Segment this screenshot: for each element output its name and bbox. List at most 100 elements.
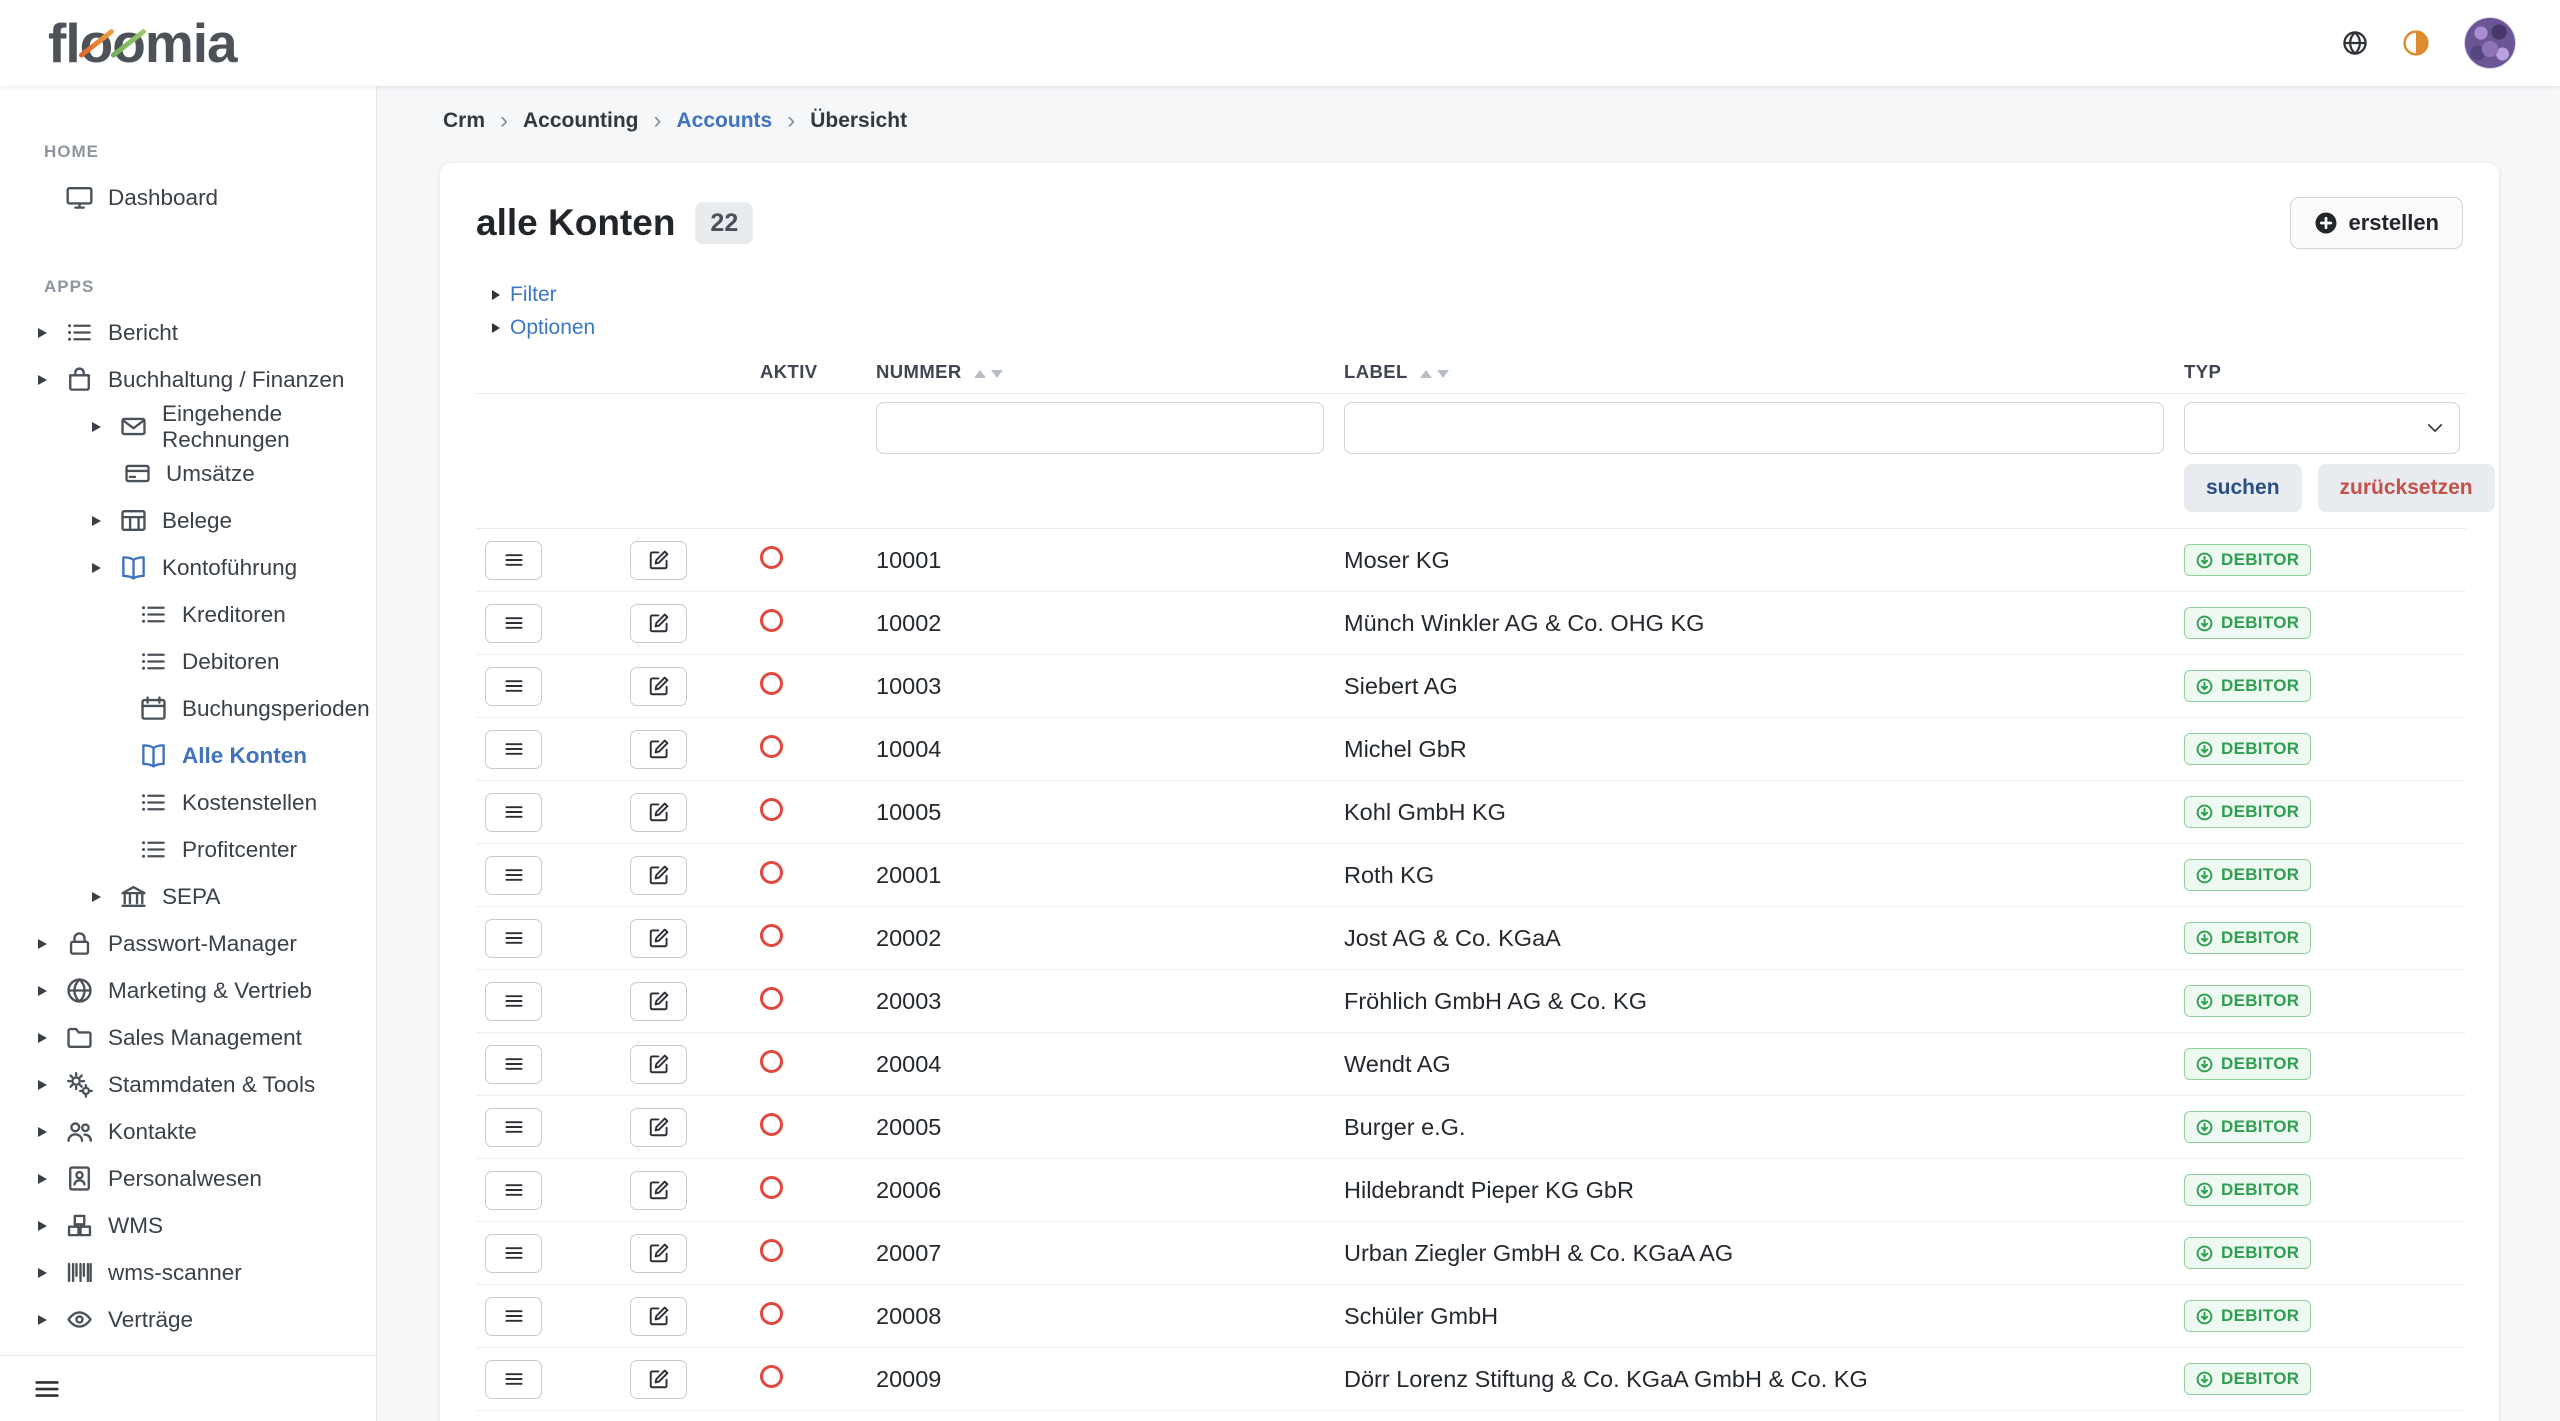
row-edit-button[interactable] — [630, 730, 687, 769]
sidebar-item-ums-tze[interactable]: Umsätze — [0, 450, 376, 497]
row-edit-button[interactable] — [630, 919, 687, 958]
sidebar-item-wms[interactable]: WMS — [0, 1202, 376, 1249]
sidebar-item-wms-scanner[interactable]: wms-scanner — [0, 1249, 376, 1296]
cell-label: Urban Ziegler GmbH & Co. KGaA AG — [1344, 1222, 2184, 1285]
row-edit-button[interactable] — [630, 1108, 687, 1147]
breadcrumb-item-accounts[interactable]: Accounts — [677, 109, 773, 133]
globe-icon — [66, 977, 93, 1004]
cell-nummer: 10001 — [876, 529, 1344, 592]
create-button-label: erstellen — [2349, 210, 2440, 236]
sidebar-section-label-apps: APPS — [0, 277, 376, 297]
row-menu-button[interactable] — [485, 856, 542, 895]
column-header-label[interactable]: LABEL — [1344, 349, 2184, 394]
sidebar-collapse-icon[interactable] — [32, 1374, 62, 1404]
row-edit-button[interactable] — [630, 856, 687, 895]
row-edit-button[interactable] — [630, 1045, 687, 1084]
reset-button[interactable]: zurücksetzen — [2318, 464, 2495, 512]
arrow-down-circle-icon — [2196, 930, 2213, 947]
page-title: alle Konten 22 — [476, 202, 753, 244]
row-edit-button[interactable] — [630, 1234, 687, 1273]
row-menu-button[interactable] — [485, 541, 542, 580]
typ-badge: DEBITOR — [2184, 922, 2311, 954]
brand-logo-text: mia — [145, 12, 237, 74]
row-menu-button[interactable] — [485, 982, 542, 1021]
pencil-square-icon — [648, 1179, 670, 1201]
sidebar-item-sepa[interactable]: SEPA — [0, 873, 376, 920]
sidebar-item-kostenstellen[interactable]: Kostenstellen — [0, 779, 376, 826]
sidebar-item-label: Bericht — [108, 320, 178, 346]
sidebar-item-passwort-manager[interactable]: Passwort-Manager — [0, 920, 376, 967]
list-icon — [140, 789, 167, 816]
aktiv-status-circle-icon — [760, 924, 783, 947]
sidebar-item-dashboard[interactable]: Dashboard — [0, 174, 376, 221]
row-menu-button[interactable] — [485, 604, 542, 643]
cell-nummer: 20007 — [876, 1222, 1344, 1285]
row-menu-button[interactable] — [485, 793, 542, 832]
sidebar-item-kontakte[interactable]: Kontakte — [0, 1108, 376, 1155]
typ-badge: DEBITOR — [2184, 985, 2311, 1017]
user-avatar[interactable] — [2464, 17, 2516, 69]
sidebar-item-alle-konten[interactable]: Alle Konten — [0, 732, 376, 779]
sidebar-item-marketing-vertrieb[interactable]: Marketing & Vertrieb — [0, 967, 376, 1014]
sidebar-item-bericht[interactable]: Bericht — [0, 309, 376, 356]
typ-badge: DEBITOR — [2184, 733, 2311, 765]
language-button[interactable] — [2342, 30, 2368, 56]
row-edit-button[interactable] — [630, 1360, 687, 1399]
row-edit-button[interactable] — [630, 667, 687, 706]
row-menu-button[interactable] — [485, 919, 542, 958]
table-row: 30001Jakob GmbH & Co. KGaADEBITOR — [476, 1411, 2466, 1421]
row-edit-button[interactable] — [630, 982, 687, 1021]
column-header-nummer[interactable]: NUMMER — [876, 349, 1344, 394]
sidebar-item-kreditoren[interactable]: Kreditoren — [0, 591, 376, 638]
row-menu-button[interactable] — [485, 1108, 542, 1147]
theme-toggle-button[interactable] — [2402, 29, 2430, 57]
sidebar-item-stammdaten-tools[interactable]: Stammdaten & Tools — [0, 1061, 376, 1108]
sidebar-item-sales-management[interactable]: Sales Management — [0, 1014, 376, 1061]
brand-logo[interactable]: floomia — [48, 16, 237, 71]
label-filter-input[interactable] — [1344, 402, 2164, 454]
sidebar-item-eingehende-rechnungen[interactable]: Eingehende Rechnungen — [0, 403, 376, 450]
nummer-filter-input[interactable] — [876, 402, 1324, 454]
sidebar-item-label: Kontakte — [108, 1119, 197, 1145]
sidebar-item-kontof-hrung[interactable]: Kontoführung — [0, 544, 376, 591]
sidebar-item-vertr-ge[interactable]: Verträge — [0, 1296, 376, 1343]
sidebar-item-buchungsperioden[interactable]: Buchungsperioden — [0, 685, 376, 732]
cell-label: Hildebrandt Pieper KG GbR — [1344, 1159, 2184, 1222]
sidebar-item-buchhaltung-finanzen[interactable]: Buchhaltung / Finanzen — [0, 356, 376, 403]
row-edit-button[interactable] — [630, 604, 687, 643]
sidebar-footer — [0, 1355, 376, 1421]
sidebar-item-debitoren[interactable]: Debitoren — [0, 638, 376, 685]
row-menu-button[interactable] — [485, 667, 542, 706]
list-icon — [140, 836, 167, 863]
row-edit-button[interactable] — [630, 1297, 687, 1336]
aktiv-status-circle-icon — [760, 861, 783, 884]
row-menu-button[interactable] — [485, 1171, 542, 1210]
row-edit-button[interactable] — [630, 793, 687, 832]
row-menu-button[interactable] — [485, 1297, 542, 1336]
list-icon — [140, 601, 167, 628]
gears-icon — [66, 1071, 93, 1098]
page-title-text: alle Konten — [476, 202, 675, 244]
row-menu-button[interactable] — [485, 730, 542, 769]
typ-badge-label: DEBITOR — [2221, 1306, 2299, 1326]
row-edit-button[interactable] — [630, 1171, 687, 1210]
row-menu-button[interactable] — [485, 1360, 542, 1399]
row-menu-button[interactable] — [485, 1234, 542, 1273]
aktiv-status-circle-icon — [760, 609, 783, 632]
hamburger-icon — [503, 1053, 525, 1075]
sidebar-item-label: Dashboard — [108, 185, 218, 211]
row-edit-button[interactable] — [630, 541, 687, 580]
typ-filter-select[interactable] — [2184, 402, 2460, 454]
row-menu-button[interactable] — [485, 1045, 542, 1084]
filter-toggle[interactable]: Filter — [492, 283, 557, 307]
caret-right-icon — [38, 1268, 66, 1278]
search-button[interactable]: suchen — [2184, 464, 2302, 512]
sidebar-item-label: Stammdaten & Tools — [108, 1072, 315, 1098]
create-button[interactable]: erstellen — [2290, 197, 2464, 249]
sidebar-item-profitcenter[interactable]: Profitcenter — [0, 826, 376, 873]
sidebar-item-personalwesen[interactable]: Personalwesen — [0, 1155, 376, 1202]
sidebar-item-belege[interactable]: Belege — [0, 497, 376, 544]
options-toggle[interactable]: Optionen — [492, 316, 595, 340]
accounts-card: alle Konten 22 erstellen Filter Optionen — [439, 162, 2500, 1421]
pencil-square-icon — [648, 990, 670, 1012]
